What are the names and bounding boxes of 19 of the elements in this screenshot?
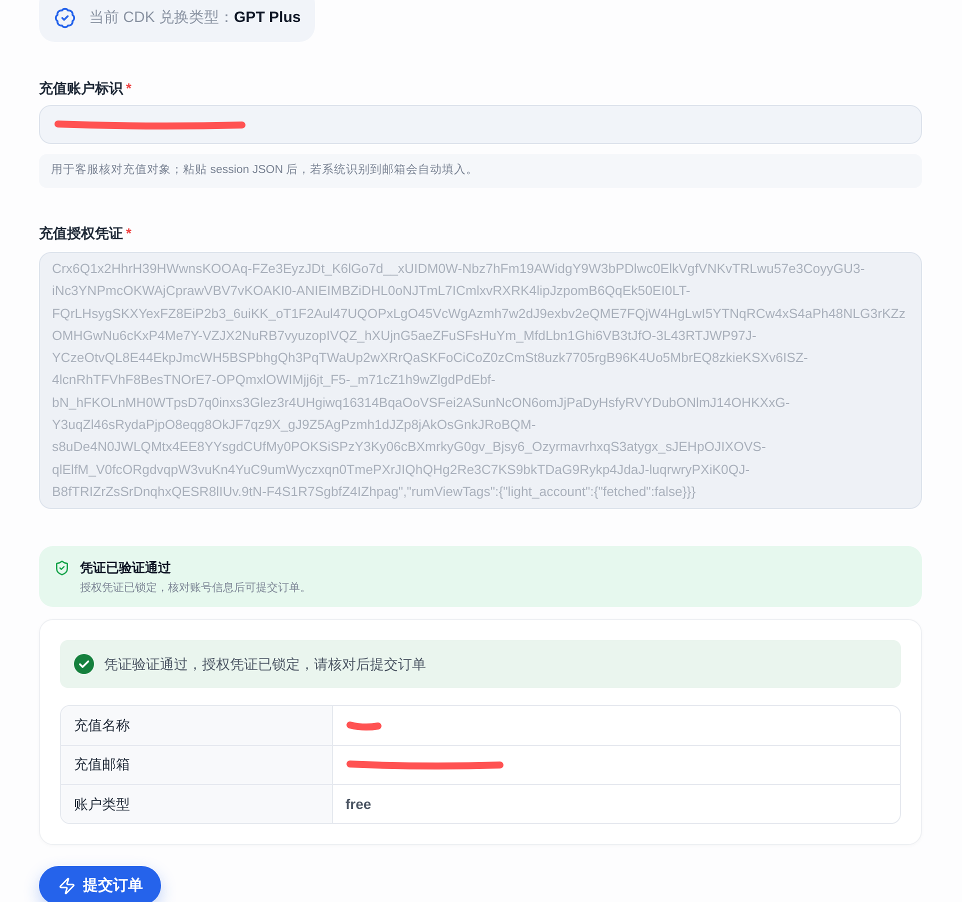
required-mark: * [126, 79, 132, 98]
cdk-type-text: 当前 CDK 兑换类型：GPT Plus [89, 8, 301, 28]
required-mark: * [126, 224, 132, 243]
badge-check-icon [54, 7, 76, 29]
field-label: 充值账户标识 [39, 79, 123, 98]
row-value: free [332, 784, 900, 824]
account-input-field[interactable] [39, 105, 922, 144]
row-label: 充值邮箱 [61, 745, 332, 784]
alert-text: 凭证验证通过，授权凭证已锁定，请核对后提交订单 [104, 654, 426, 674]
shield-check-icon [54, 560, 70, 576]
notice-text: 授权凭证已锁定，核对账号信息后可提交订单。 [80, 580, 311, 596]
row-label: 充值名称 [61, 706, 332, 746]
row-label: 账户类型 [61, 784, 332, 824]
submit-button[interactable]: 提交订单 [39, 866, 161, 902]
notice-title: 凭证已验证通过 [80, 559, 172, 578]
check-circle-icon [74, 654, 94, 674]
field-label: 充值授权凭证 [39, 224, 123, 243]
help-text: 用于客服核对充值对象；粘贴 session JSON 后，若系统识别到邮箱会自动填入。 [39, 154, 922, 188]
lightning-icon [58, 876, 76, 895]
